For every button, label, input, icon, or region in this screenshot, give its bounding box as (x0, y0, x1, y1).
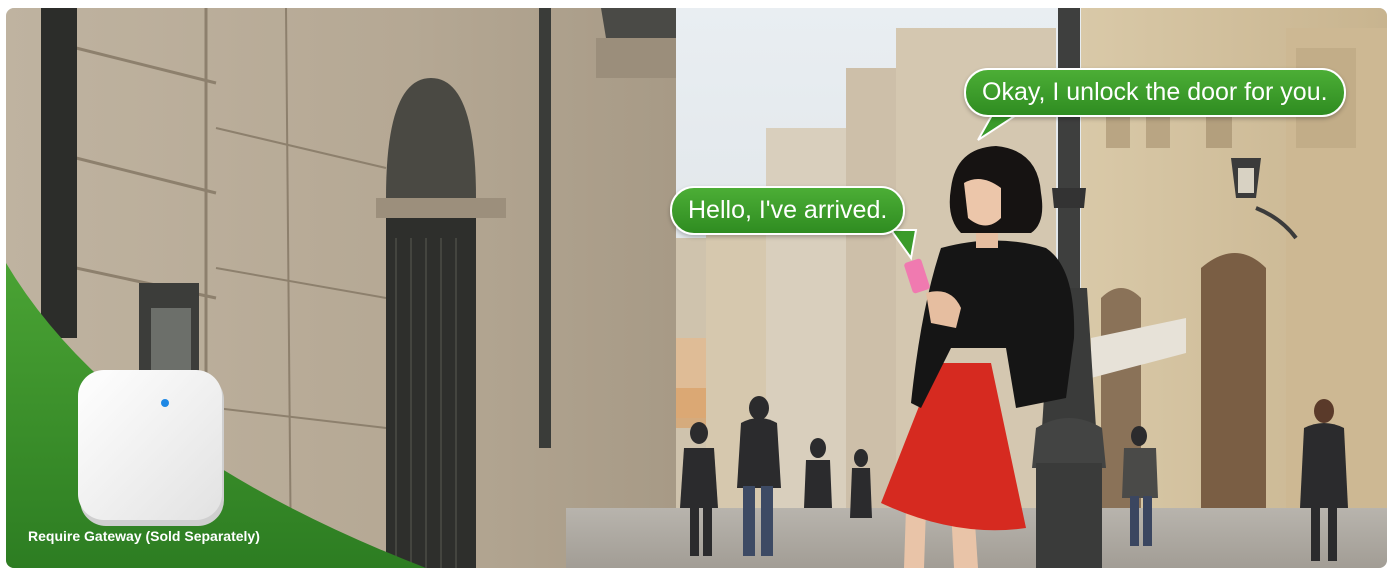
door-reply-text: Okay, I unlock the door for you. (982, 78, 1328, 106)
arrival-message-bubble: Hello, I've arrived. (670, 186, 906, 235)
door-reply-bubble: Okay, I unlock the door for you. (964, 68, 1346, 117)
gateway-device-icon (78, 370, 224, 526)
arrival-message-text: Hello, I've arrived. (688, 196, 888, 224)
hero-banner: Okay, I unlock the door for you. Hello, … (6, 8, 1387, 568)
gateway-note: Require Gateway (Sold Separately) (28, 528, 260, 544)
